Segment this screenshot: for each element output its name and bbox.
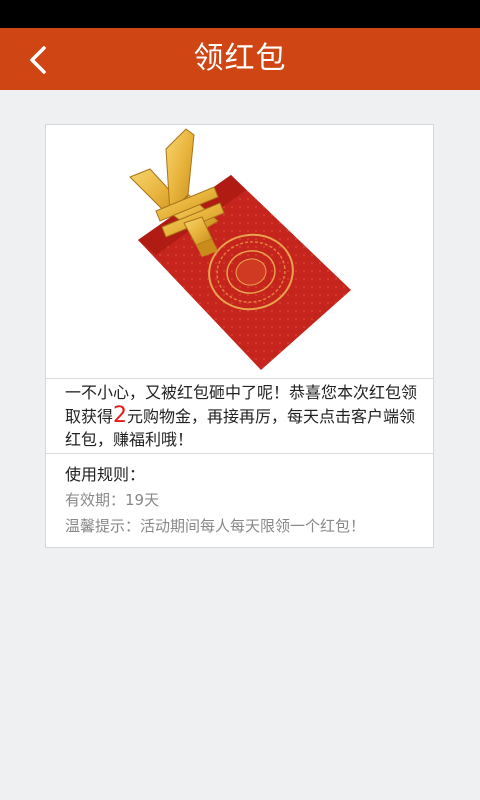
page-title: 领红包 (193, 41, 287, 76)
red-envelope-illustration (129, 128, 351, 370)
red-envelope-card: 一不小心，又被红包砸中了呢！恭喜您本次红包领取获得2元购物金，再接再厉，每天点击… (45, 124, 434, 548)
status-bar (0, 0, 480, 28)
validity-period: 有效期：19天 (65, 491, 160, 509)
rules-title: 使用规则： (65, 465, 146, 484)
reward-amount: 2 (113, 403, 128, 428)
warm-tip: 温馨提示：活动期间每人每天限领一个红包！ (65, 517, 366, 535)
red-envelope-image (46, 125, 433, 379)
app-header: 领红包 (0, 28, 480, 90)
divider (46, 453, 433, 454)
congrats-message: 一不小心，又被红包砸中了呢！恭喜您本次红包领取获得2元购物金，再接再厉，每天点击… (65, 381, 419, 451)
